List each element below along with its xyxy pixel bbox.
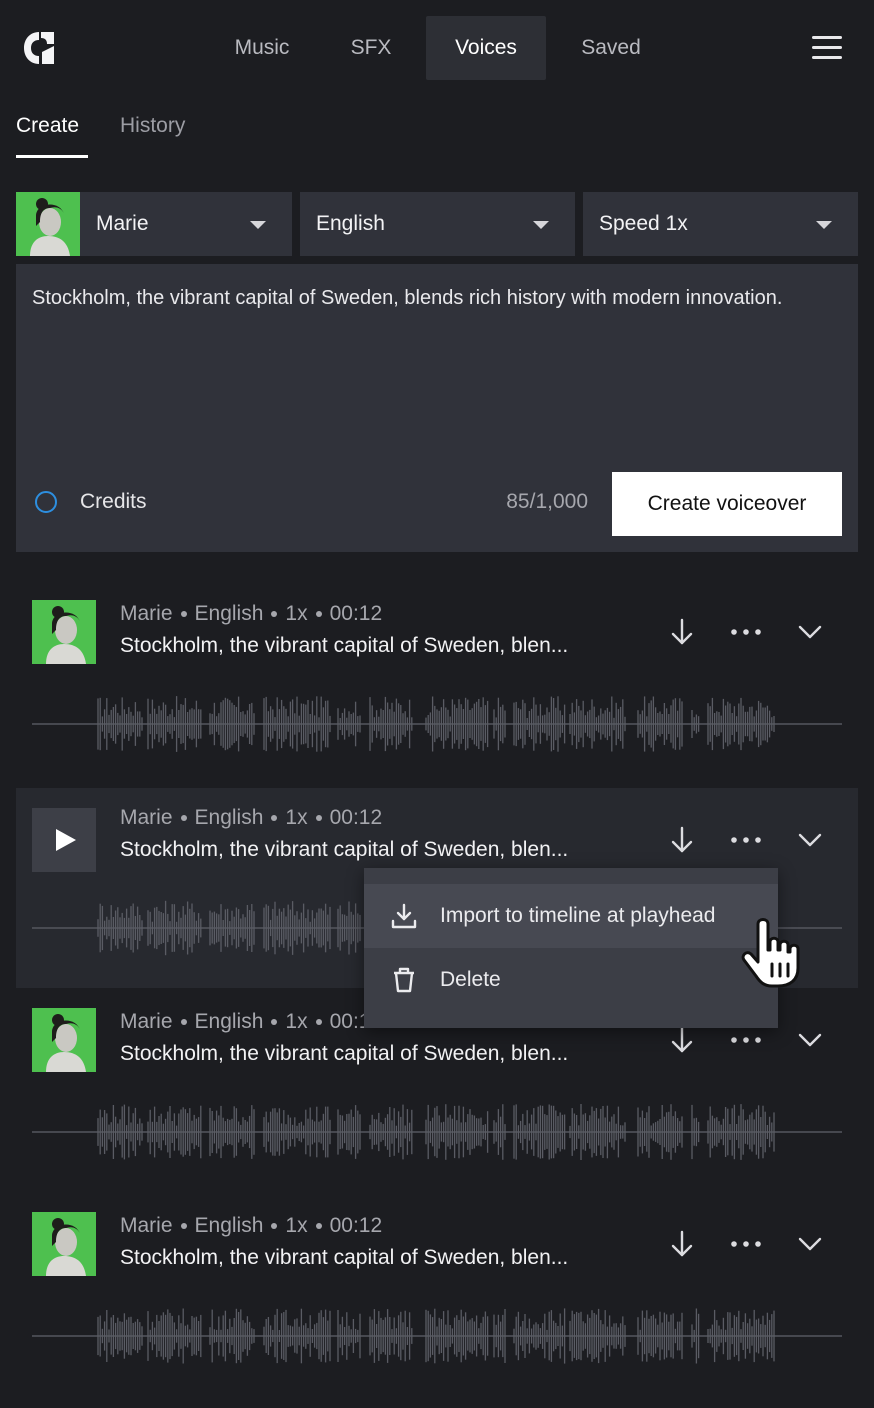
- item-speed: 1x: [285, 1214, 308, 1237]
- chevron-down-icon[interactable]: [790, 612, 830, 652]
- separator-dot: [271, 815, 278, 822]
- speed-dropdown-label: Speed 1x: [599, 212, 688, 235]
- item-duration: 00:12: [329, 806, 383, 829]
- item-voice: Marie: [120, 806, 173, 829]
- create-voiceover-button[interactable]: Create voiceover: [612, 472, 842, 536]
- trash-icon: [390, 966, 418, 994]
- voice-avatar: [16, 192, 80, 256]
- item-duration: 00:12: [329, 1214, 383, 1237]
- app-logo-icon[interactable]: [22, 30, 56, 66]
- nav-tab-music[interactable]: Music: [214, 16, 310, 80]
- credits-count: 85/1,000: [506, 490, 588, 513]
- voice-avatar: [32, 1008, 96, 1072]
- separator-dot: [271, 1019, 278, 1026]
- language-dropdown[interactable]: English: [300, 192, 575, 256]
- item-speed: 1x: [285, 1010, 308, 1033]
- more-options-icon[interactable]: [726, 612, 766, 652]
- nav-tab-sfx[interactable]: SFX: [330, 16, 412, 80]
- voice-avatar: [32, 600, 96, 664]
- item-voice: Marie: [120, 602, 173, 625]
- separator-dot: [180, 1019, 187, 1026]
- item-meta: Marie English 1x 00:12: [120, 806, 382, 830]
- item-speed: 1x: [285, 602, 308, 625]
- download-icon[interactable]: [662, 1224, 702, 1264]
- chevron-down-icon[interactable]: [790, 1020, 830, 1060]
- item-meta: Marie English 1x 00:12: [120, 602, 382, 626]
- chevron-down-icon: [533, 221, 549, 229]
- item-language: English: [194, 806, 264, 829]
- credits-label: Credits: [80, 490, 147, 513]
- item-speed: 1x: [285, 806, 308, 829]
- item-title: Stockholm, the vibrant capital of Sweden…: [120, 1246, 569, 1269]
- nav-tab-voices[interactable]: Voices: [426, 16, 546, 80]
- separator-dot: [180, 611, 187, 618]
- more-options-icon[interactable]: [726, 1224, 766, 1264]
- separator-dot: [271, 1223, 278, 1230]
- item-voice: Marie: [120, 1214, 173, 1237]
- download-icon[interactable]: [662, 612, 702, 652]
- play-button[interactable]: [32, 808, 96, 872]
- hamburger-icon[interactable]: [812, 36, 842, 62]
- item-title: Stockholm, the vibrant capital of Sweden…: [120, 838, 569, 861]
- speed-dropdown[interactable]: Speed 1x: [583, 192, 858, 256]
- nav-tab-saved[interactable]: Saved: [562, 16, 660, 80]
- voice-dropdown[interactable]: Marie: [16, 192, 292, 256]
- separator-dot: [315, 815, 322, 822]
- separator-dot: [315, 611, 322, 618]
- waveform[interactable]: [32, 1306, 842, 1366]
- item-language: English: [194, 1214, 264, 1237]
- menu-item-import[interactable]: Import to timeline at playhead: [364, 884, 778, 948]
- import-icon: [390, 902, 418, 930]
- separator-dot: [315, 1019, 322, 1026]
- tab-history[interactable]: History: [120, 114, 185, 138]
- item-duration: 00:12: [329, 602, 383, 625]
- chevron-down-icon: [816, 221, 832, 229]
- separator-dot: [271, 611, 278, 618]
- separator-dot: [180, 815, 187, 822]
- item-language: English: [194, 1010, 264, 1033]
- item-meta: Marie English 1x 00:12: [120, 1214, 382, 1238]
- waveform[interactable]: [32, 1102, 842, 1162]
- chevron-down-icon[interactable]: [790, 1224, 830, 1264]
- active-tab-underline: [16, 155, 88, 158]
- chevron-down-icon[interactable]: [790, 820, 830, 860]
- item-meta: Marie English 1x 00:12: [120, 1010, 382, 1034]
- hand-pointer-cursor: [738, 916, 808, 990]
- menu-item-import-label: Import to timeline at playhead: [440, 904, 716, 927]
- voiceover-text-input[interactable]: Stockholm, the vibrant capital of Sweden…: [32, 282, 832, 314]
- separator-dot: [180, 1223, 187, 1230]
- chevron-down-icon: [250, 221, 266, 229]
- language-dropdown-label: English: [316, 212, 385, 235]
- item-voice: Marie: [120, 1010, 173, 1033]
- voice-dropdown-label: Marie: [96, 212, 149, 235]
- item-title: Stockholm, the vibrant capital of Sweden…: [120, 634, 569, 657]
- tab-create[interactable]: Create: [16, 114, 79, 138]
- menu-item-delete-label: Delete: [440, 968, 501, 991]
- more-options-icon[interactable]: [726, 820, 766, 860]
- menu-item-delete[interactable]: Delete: [364, 948, 778, 1012]
- waveform[interactable]: [32, 694, 842, 754]
- download-icon[interactable]: [662, 820, 702, 860]
- item-language: English: [194, 602, 264, 625]
- separator-dot: [315, 1223, 322, 1230]
- item-title: Stockholm, the vibrant capital of Sweden…: [120, 1042, 569, 1065]
- voice-avatar: [32, 1212, 96, 1276]
- credits-ring-icon: [35, 491, 57, 513]
